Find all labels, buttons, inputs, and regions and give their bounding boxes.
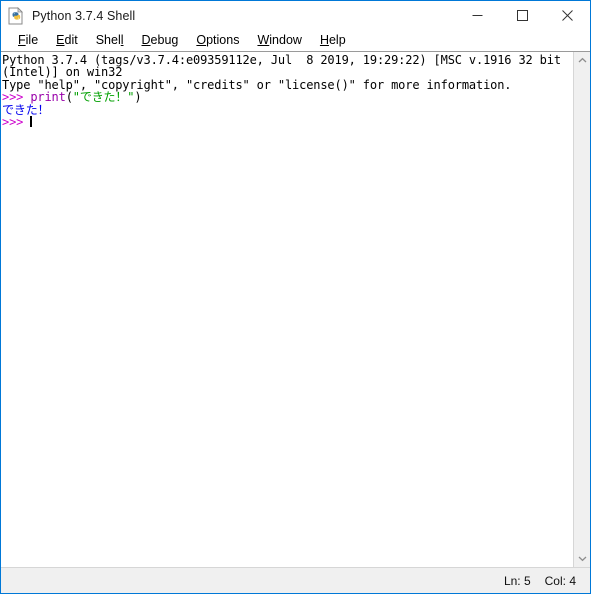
chevron-up-icon[interactable] — [574, 52, 590, 69]
text-cursor — [30, 116, 33, 128]
menu-mnemonic: E — [56, 33, 65, 47]
status-column-number: Col: 4 — [544, 573, 576, 588]
menu-mnemonic: H — [319, 33, 329, 47]
status-line-number: Ln: 5 — [503, 573, 531, 588]
console-line: できた！ — [2, 103, 573, 116]
maximize-button[interactable] — [500, 1, 545, 30]
console-token-prompt: >>> — [2, 115, 31, 130]
console-line: >>> — [2, 116, 573, 128]
shell-text-region: Python 3.7.4 (tags/v3.7.4:e09359112e, Ju… — [1, 51, 590, 568]
menu-item-file[interactable]: File — [9, 30, 47, 51]
scrollbar-track[interactable] — [574, 69, 590, 550]
menu-label-part: Shel — [95, 33, 121, 47]
menu-label-part: elp — [328, 33, 346, 47]
python-shell-window: Python 3.7.4 Shell File Edit Shell Debug Opt — [0, 0, 591, 594]
close-button[interactable] — [545, 1, 590, 30]
menu-item-options[interactable]: Options — [187, 30, 248, 51]
menu-label-part: indow — [269, 33, 302, 47]
menu-label-part: dit — [64, 33, 78, 47]
menu-mnemonic: l — [120, 33, 124, 47]
menu-item-help[interactable]: Help — [311, 30, 355, 51]
menu-bar: File Edit Shell Debug Options Window Help — [1, 30, 590, 51]
menu-label-part: ebug — [150, 33, 179, 47]
menu-item-edit[interactable]: Edit — [47, 30, 87, 51]
vertical-scrollbar[interactable] — [573, 52, 590, 567]
python-file-icon — [7, 6, 25, 25]
menu-label-part: ile — [25, 33, 39, 47]
menu-item-shell[interactable]: Shell — [87, 30, 133, 51]
title-bar: Python 3.7.4 Shell — [1, 1, 590, 30]
chevron-down-icon[interactable] — [574, 550, 590, 567]
status-bar: Ln: 5 Col: 4 — [1, 568, 590, 593]
menu-item-debug[interactable]: Debug — [133, 30, 188, 51]
window-controls — [455, 1, 590, 30]
menu-mnemonic: F — [18, 33, 26, 47]
minimize-button[interactable] — [455, 1, 500, 30]
console-line: >>> print("できた！") — [2, 91, 573, 103]
menu-mnemonic: D — [141, 33, 151, 47]
window-title: Python 3.7.4 Shell — [32, 8, 136, 23]
shell-output-area[interactable]: Python 3.7.4 (tags/v3.7.4:e09359112e, Ju… — [1, 52, 573, 567]
menu-item-window[interactable]: Window — [248, 30, 310, 51]
console-token-plain: ( — [65, 90, 73, 105]
menu-label-part: ptions — [206, 33, 240, 47]
menu-mnemonic: W — [257, 33, 270, 47]
console-token-string: "できた！" — [72, 90, 135, 105]
menu-mnemonic: O — [196, 33, 207, 47]
console-token-plain: ) — [134, 90, 142, 105]
